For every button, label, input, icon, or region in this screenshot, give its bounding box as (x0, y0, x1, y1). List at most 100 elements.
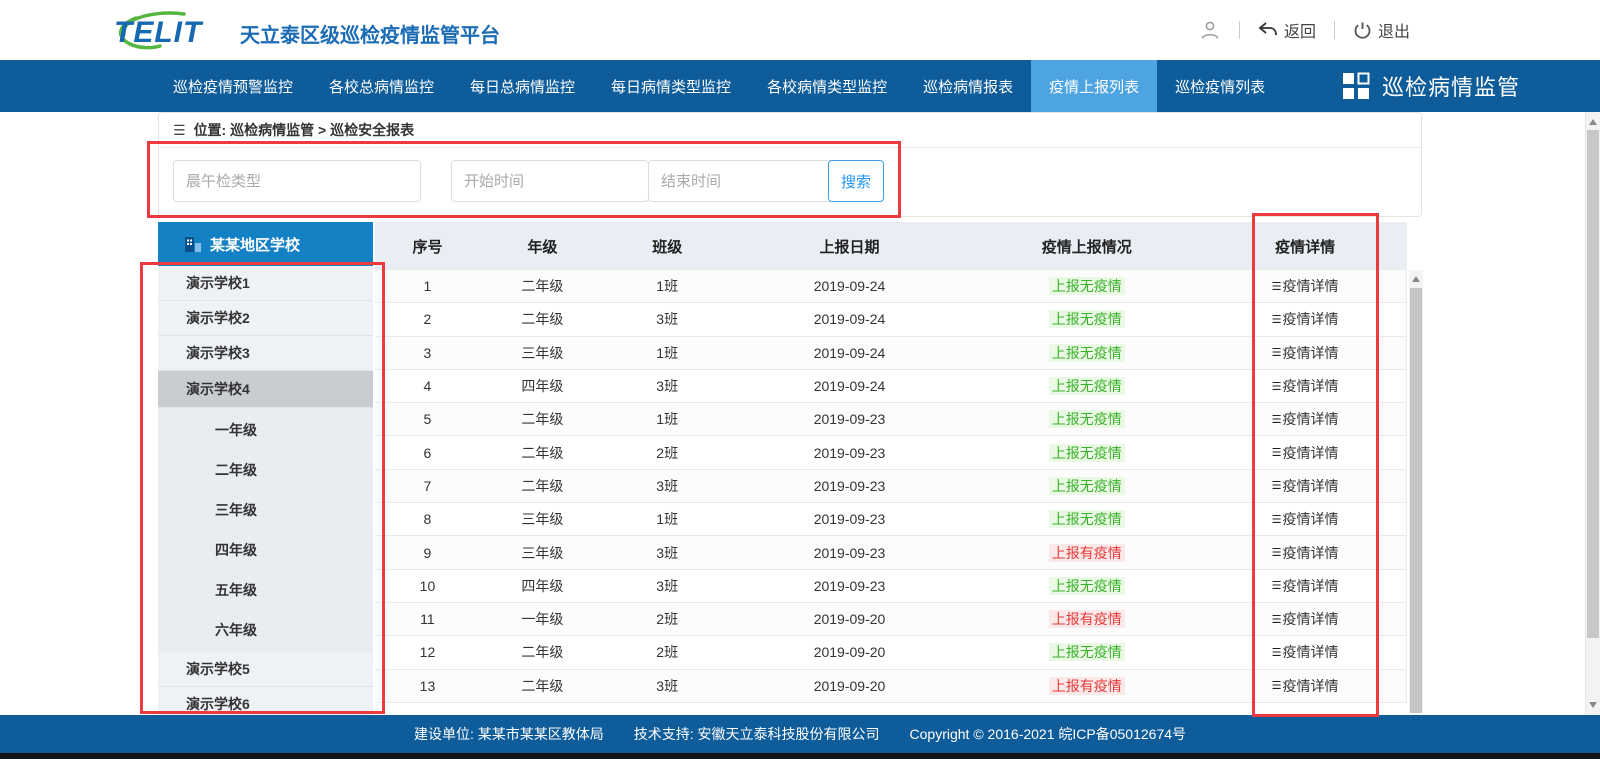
nav-item[interactable]: 每日病情类型监控 (593, 60, 749, 112)
page-scrollbar[interactable] (1585, 112, 1600, 715)
cell-no: 3 (375, 345, 480, 361)
detail-link[interactable]: ☰疫情详情 (1272, 543, 1339, 563)
detail-link[interactable]: ☰疫情详情 (1272, 476, 1339, 496)
detail-label: 疫情详情 (1283, 276, 1339, 296)
hamburger-icon: ☰ (1272, 513, 1282, 526)
cell-status: 上报无疫情 (969, 343, 1204, 363)
breadcrumb: ☰ 位置: 巡检病情监管 > 巡检安全报表 (159, 113, 1421, 148)
end-time-input[interactable] (648, 160, 846, 202)
sidebar-item-grade[interactable]: 二年级 (158, 450, 373, 490)
building-icon (184, 236, 202, 253)
table-header: 序号 年级 班级 上报日期 疫情上报情况 疫情详情 (375, 222, 1406, 270)
nav-item[interactable]: 巡检疫情预警监控 (155, 60, 311, 112)
table-row: 4四年级3班2019-09-24上报无疫情☰疫情详情 (375, 370, 1406, 403)
sidebar-item-grade[interactable]: 一年级 (158, 410, 373, 450)
back-label: 返回 (1284, 18, 1316, 42)
status-badge: 上报无疫情 (1049, 410, 1125, 428)
cell-detail: ☰疫情详情 (1204, 443, 1406, 463)
nav-item[interactable]: 各校总病情监控 (311, 60, 452, 112)
cell-detail: ☰疫情详情 (1204, 309, 1406, 329)
detail-link[interactable]: ☰疫情详情 (1272, 376, 1339, 396)
search-button[interactable]: 搜索 (828, 160, 884, 202)
detail-link[interactable]: ☰疫情详情 (1272, 309, 1339, 329)
cell-status: 上报无疫情 (969, 576, 1204, 596)
detail-link[interactable]: ☰疫情详情 (1272, 509, 1339, 529)
scroll-down-icon[interactable] (1589, 702, 1597, 708)
content-card: ☰ 位置: 巡检病情监管 > 巡检安全报表 搜索 (158, 112, 1422, 217)
sidebar-item-grade[interactable]: 三年级 (158, 490, 373, 530)
school-list: 演示学校1演示学校2演示学校3演示学校4一年级二年级三年级四年级五年级六年级演示… (158, 266, 373, 722)
detail-label: 疫情详情 (1283, 509, 1339, 529)
hamburger-icon: ☰ (1272, 346, 1282, 359)
status-badge: 上报无疫情 (1049, 577, 1125, 595)
scroll-up-icon[interactable] (1589, 119, 1597, 125)
cell-detail: ☰疫情详情 (1204, 509, 1406, 529)
logout-button[interactable]: 退出 (1353, 18, 1410, 42)
table-scrollbar-thumb[interactable] (1410, 288, 1422, 713)
cell-status: 上报无疫情 (969, 509, 1204, 529)
status-badge: 上报无疫情 (1049, 277, 1125, 295)
cell-no: 2 (375, 311, 480, 327)
nav-item[interactable]: 每日总病情监控 (452, 60, 593, 112)
detail-link[interactable]: ☰疫情详情 (1272, 642, 1339, 662)
detail-label: 疫情详情 (1283, 309, 1339, 329)
cell-grade: 二年级 (480, 309, 605, 329)
user-icon[interactable] (1199, 19, 1221, 41)
cell-no: 1 (375, 278, 480, 294)
start-time-input[interactable] (451, 160, 649, 202)
detail-link[interactable]: ☰疫情详情 (1272, 409, 1339, 429)
hamburger-icon: ☰ (1272, 579, 1282, 592)
hamburger-icon: ☰ (1272, 280, 1282, 293)
sidebar-item-grade[interactable]: 四年级 (158, 530, 373, 570)
hamburger-icon: ☰ (1272, 613, 1282, 626)
cell-class: 1班 (605, 343, 730, 363)
nav-item[interactable]: 巡检疫情列表 (1157, 60, 1283, 112)
detail-link[interactable]: ☰疫情详情 (1272, 676, 1339, 696)
detail-link[interactable]: ☰疫情详情 (1272, 276, 1339, 296)
brand-label: 巡检病情监管 (1382, 70, 1520, 102)
nav-item[interactable]: 疫情上报列表 (1031, 60, 1157, 112)
detail-label: 疫情详情 (1283, 609, 1339, 629)
sidebar-item-school[interactable]: 演示学校4 (158, 371, 373, 408)
cell-detail: ☰疫情详情 (1204, 609, 1406, 629)
footer-tech: 技术支持: 安徽天立泰科技股份有限公司 (634, 724, 880, 744)
nav-item[interactable]: 巡检病情报表 (905, 60, 1031, 112)
cell-date: 2019-09-23 (730, 411, 970, 427)
page-scrollbar-thumb[interactable] (1587, 130, 1599, 638)
cell-class: 3班 (605, 676, 730, 696)
detail-link[interactable]: ☰疫情详情 (1272, 343, 1339, 363)
detail-link[interactable]: ☰疫情详情 (1272, 609, 1339, 629)
cell-class: 3班 (605, 576, 730, 596)
sidebar-item-school[interactable]: 演示学校1 (158, 266, 373, 301)
detail-label: 疫情详情 (1283, 543, 1339, 563)
table-scrollbar[interactable] (1409, 270, 1423, 713)
scroll-up-icon[interactable] (1412, 276, 1420, 282)
sidebar-item-grade[interactable]: 五年级 (158, 570, 373, 610)
cell-status: 上报有疫情 (969, 609, 1204, 629)
status-badge: 上报无疫情 (1049, 477, 1125, 495)
nav-menu: 巡检疫情预警监控各校总病情监控每日总病情监控每日病情类型监控各校病情类型监控巡检… (155, 60, 1283, 112)
report-table: 序号 年级 班级 上报日期 疫情上报情况 疫情详情 1二年级1班2019-09-… (375, 222, 1407, 703)
sidebar-item-school[interactable]: 演示学校3 (158, 336, 373, 371)
sidebar-header[interactable]: 某某地区学校 (158, 222, 373, 266)
top-actions: 返回 退出 (1199, 0, 1410, 60)
cell-no: 8 (375, 511, 480, 527)
detail-link[interactable]: ☰疫情详情 (1272, 443, 1339, 463)
hamburger-icon: ☰ (1272, 679, 1282, 692)
sidebar-item-school[interactable]: 演示学校2 (158, 301, 373, 336)
nav-item[interactable]: 各校病情类型监控 (749, 60, 905, 112)
detail-label: 疫情详情 (1283, 476, 1339, 496)
status-badge: 上报无疫情 (1049, 344, 1125, 362)
menu-icon: ☰ (173, 122, 186, 139)
cell-detail: ☰疫情详情 (1204, 343, 1406, 363)
sidebar-item-school[interactable]: 演示学校5 (158, 652, 373, 687)
sidebar-item-grade[interactable]: 六年级 (158, 610, 373, 650)
cell-no: 12 (375, 644, 480, 660)
back-button[interactable]: 返回 (1258, 18, 1316, 42)
cell-detail: ☰疫情详情 (1204, 543, 1406, 563)
check-type-input[interactable] (173, 160, 421, 202)
cell-no: 13 (375, 678, 480, 694)
cell-grade: 二年级 (480, 676, 605, 696)
status-badge: 上报有疫情 (1049, 610, 1125, 628)
detail-link[interactable]: ☰疫情详情 (1272, 576, 1339, 596)
